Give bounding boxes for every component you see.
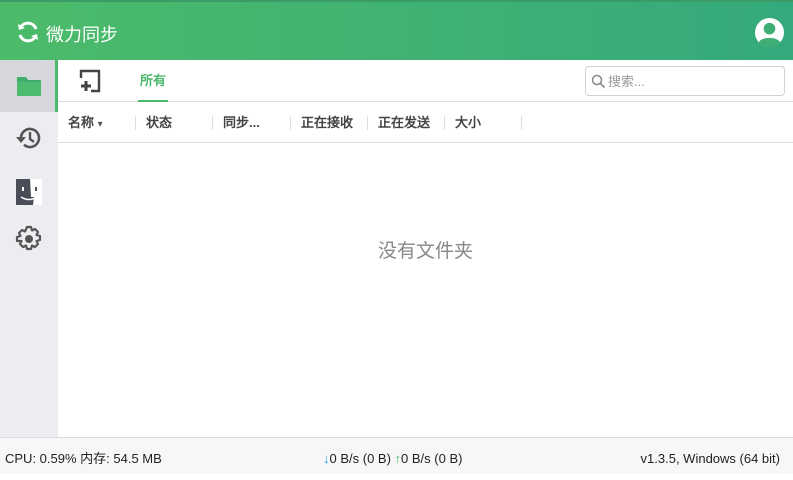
column-divider[interactable] bbox=[367, 116, 368, 130]
empty-message: 没有文件夹 bbox=[377, 241, 473, 262]
column-divider[interactable] bbox=[521, 116, 522, 130]
column-status[interactable]: 状态 bbox=[146, 103, 172, 143]
app-header: 微力同步 bbox=[0, 0, 793, 60]
search-box[interactable] bbox=[585, 66, 785, 96]
column-divider[interactable] bbox=[212, 116, 213, 130]
gear-icon bbox=[15, 225, 42, 251]
column-divider[interactable] bbox=[135, 116, 136, 130]
column-header-row: 名称 ▾ 状态 同步... 正在接收 正在发送 大小 bbox=[58, 103, 793, 143]
add-folder-icon[interactable] bbox=[78, 69, 102, 93]
sort-desc-icon: ▾ bbox=[97, 119, 103, 130]
column-divider[interactable] bbox=[290, 116, 291, 130]
column-sending[interactable]: 正在发送 bbox=[378, 103, 430, 143]
sidebar-item-folders[interactable] bbox=[0, 60, 58, 112]
tab-all[interactable]: 所有 bbox=[138, 60, 168, 102]
column-size[interactable]: 大小 bbox=[455, 103, 481, 143]
column-receiving[interactable]: 正在接收 bbox=[301, 103, 353, 143]
column-name[interactable]: 名称 ▾ bbox=[68, 103, 103, 143]
app-title: 微力同步 bbox=[46, 25, 118, 45]
toolbar: 所有 bbox=[58, 60, 793, 102]
finder-face-icon bbox=[16, 179, 42, 205]
search-icon bbox=[591, 74, 606, 88]
download-rate: 0 B/s (0 B) bbox=[329, 451, 391, 466]
history-icon bbox=[16, 127, 41, 149]
sidebar bbox=[0, 60, 58, 437]
sidebar-item-settings[interactable] bbox=[0, 213, 58, 265]
sidebar-item-history[interactable] bbox=[0, 112, 58, 164]
sidebar-item-devices[interactable] bbox=[0, 166, 58, 218]
column-sync[interactable]: 同步... bbox=[223, 103, 260, 143]
status-bar: CPU: 0.59% 内存: 54.5 MB ↓0 B/s (0 B) ↑0 B… bbox=[0, 437, 793, 474]
upload-rate: 0 B/s (0 B) bbox=[401, 451, 463, 466]
column-name-label: 名称 bbox=[68, 115, 95, 130]
folder-icon bbox=[17, 77, 41, 96]
search-input[interactable] bbox=[608, 73, 778, 89]
user-avatar-icon[interactable] bbox=[754, 17, 785, 48]
sync-logo-icon bbox=[18, 21, 38, 43]
column-divider[interactable] bbox=[444, 116, 445, 130]
